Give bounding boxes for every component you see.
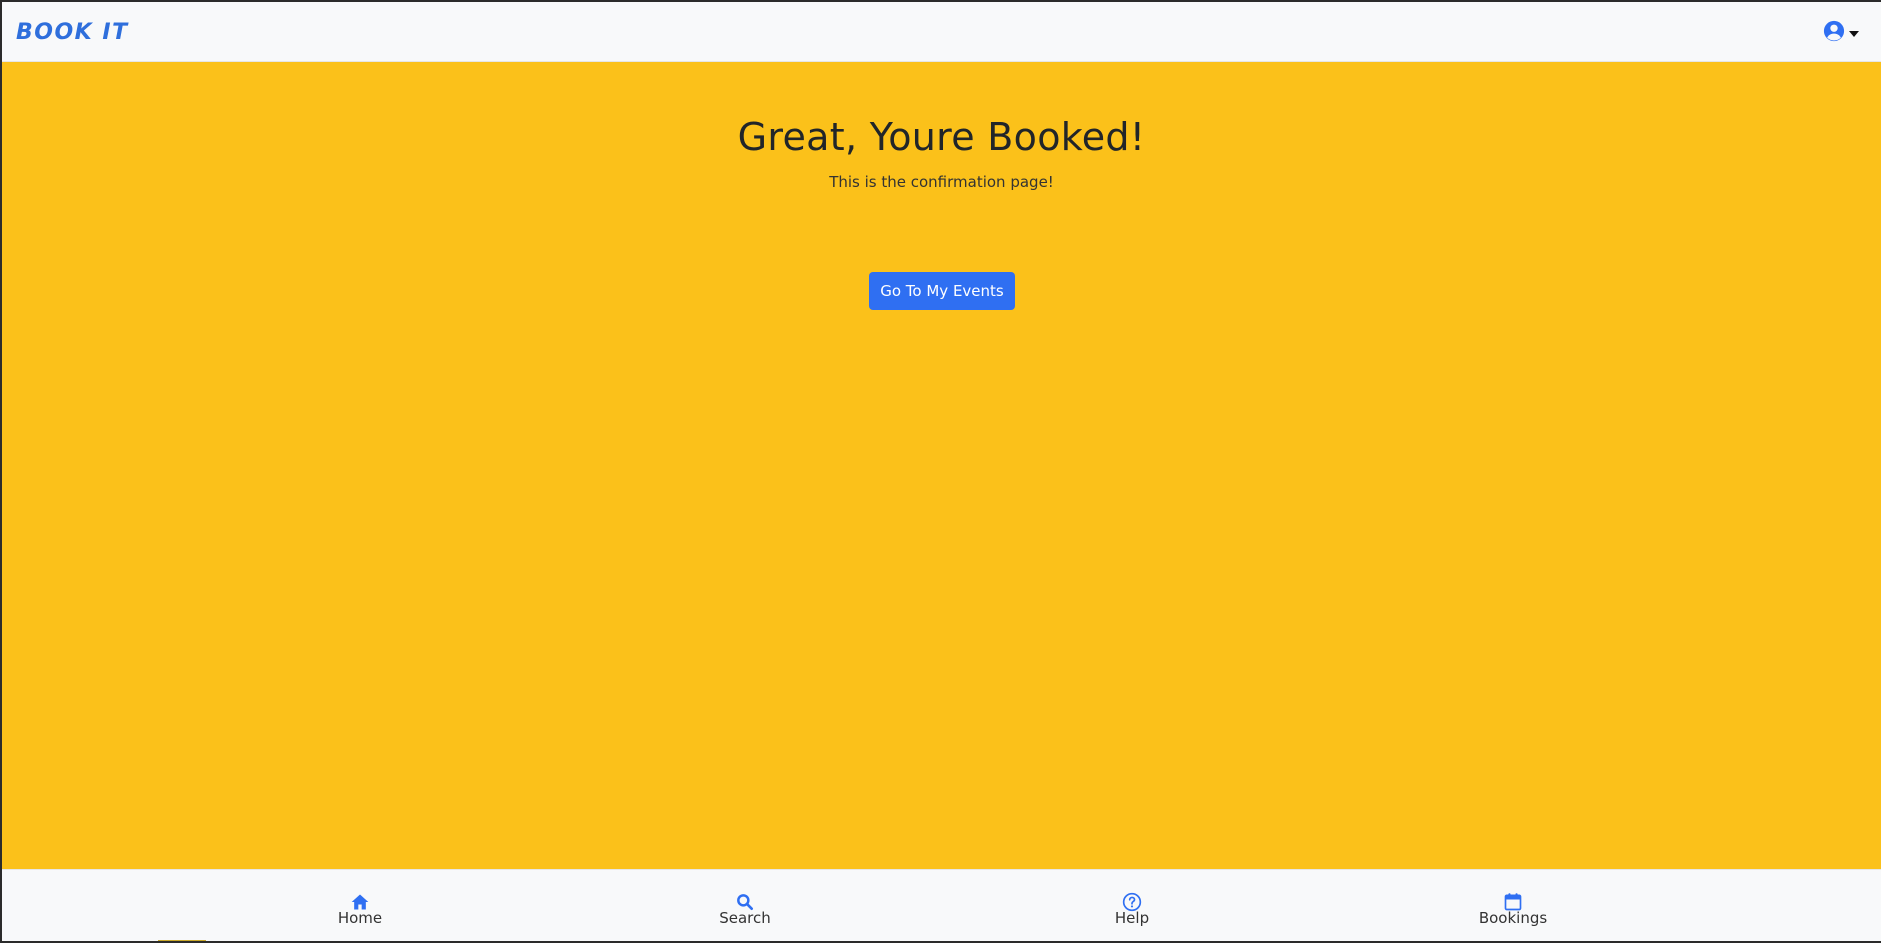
app-window: BOOK IT Great, Youre Booked! This is the…: [2, 2, 1881, 941]
bottom-nav-home[interactable]: Home: [300, 892, 420, 926]
page-title: Great, Youre Booked!: [737, 115, 1146, 159]
top-navbar: BOOK IT: [2, 2, 1881, 62]
go-to-my-events-button[interactable]: Go To My Events: [869, 272, 1015, 310]
user-menu-dropdown[interactable]: [1823, 18, 1859, 44]
bottom-nav-label: Help: [1114, 909, 1150, 927]
bottom-navigation: Home Search Help Bookings: [2, 869, 1881, 941]
taskbar-edge-accent: [158, 940, 206, 941]
bottom-nav-label: Home: [337, 909, 383, 927]
page-subtitle: This is the confirmation page!: [829, 173, 1054, 191]
bottom-nav-label: Search: [719, 909, 771, 927]
confirmation-content: Great, Youre Booked! This is the confirm…: [2, 62, 1881, 869]
bottom-nav-help[interactable]: Help: [1072, 892, 1192, 926]
bottom-nav-search[interactable]: Search: [685, 892, 805, 926]
bottom-nav-bookings[interactable]: Bookings: [1453, 892, 1573, 926]
caret-down-icon: [1849, 31, 1859, 37]
bottom-nav-label: Bookings: [1478, 909, 1548, 927]
user-circle-icon: [1823, 20, 1845, 42]
brand-logo[interactable]: BOOK IT: [16, 20, 129, 45]
